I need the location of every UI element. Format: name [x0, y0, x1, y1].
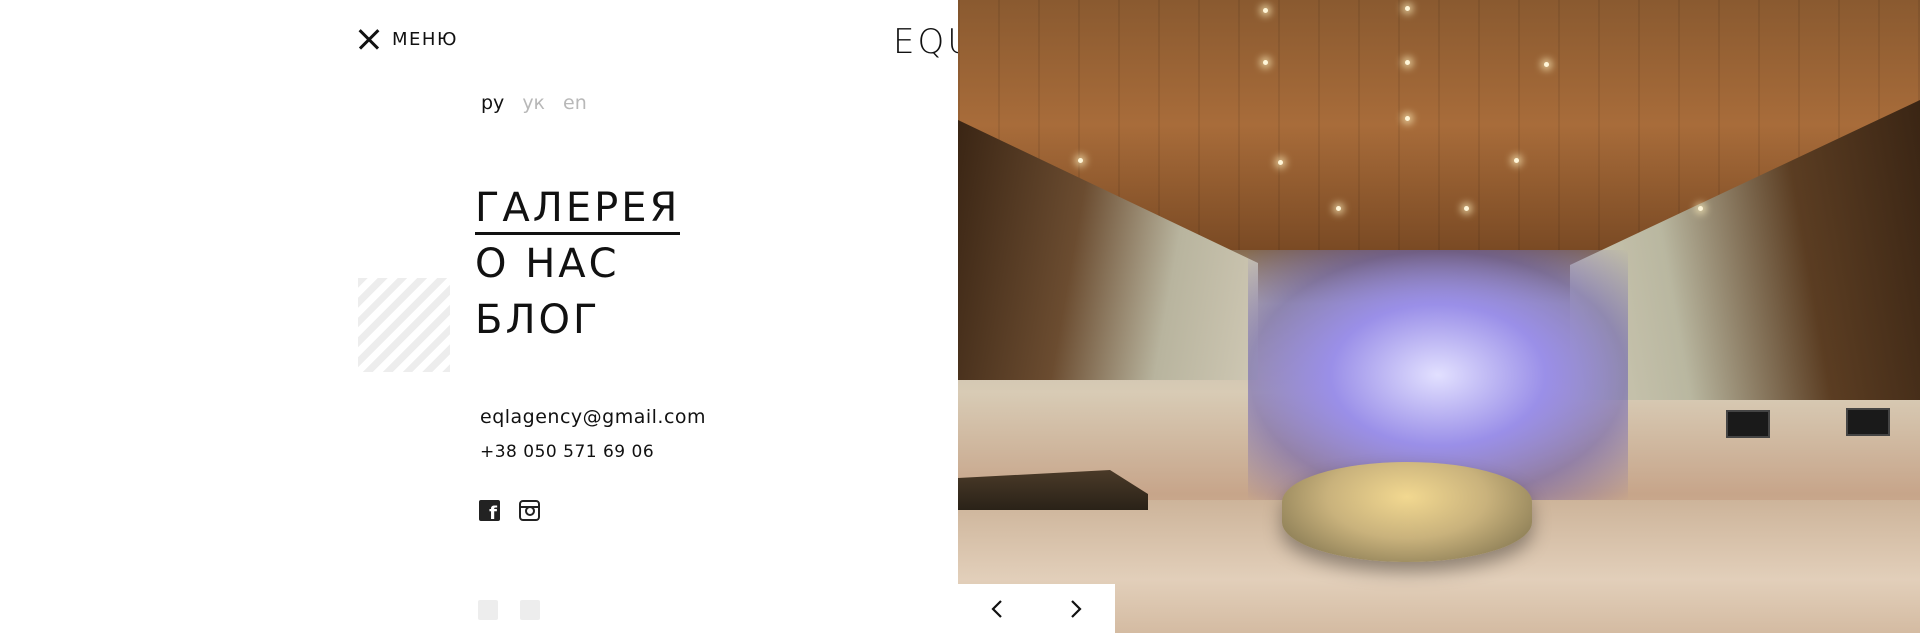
- photo-light: [1698, 206, 1703, 211]
- instagram-icon[interactable]: [519, 500, 540, 521]
- nav-item-about[interactable]: О НАС: [475, 236, 680, 292]
- nav-item-blog[interactable]: БЛОГ: [475, 292, 680, 348]
- photo-light: [1278, 160, 1283, 165]
- menu-label: МЕНЮ: [392, 28, 458, 50]
- photo-tv-screen: [1726, 410, 1770, 438]
- contact-phone-link[interactable]: +38 050 571 69 06: [480, 442, 654, 462]
- menu-panel: МЕНЮ EQUAL ру ук en ГАЛЕРЕЯ О НАС БЛОГ e…: [0, 0, 1020, 633]
- close-icon: [358, 28, 380, 50]
- chevron-right-icon[interactable]: [1064, 597, 1088, 621]
- photo-light: [1336, 206, 1341, 211]
- photo-tv-screen: [1846, 408, 1890, 436]
- nav-item-label: БЛОГ: [475, 297, 601, 343]
- photo-light: [1405, 60, 1410, 65]
- chevron-left-icon[interactable]: [985, 597, 1009, 621]
- photo-light: [1544, 62, 1549, 67]
- social-links: [479, 500, 540, 524]
- photo-light: [1405, 6, 1410, 11]
- photo-light: [1405, 116, 1410, 121]
- slider-controls: [958, 584, 1115, 633]
- facebook-icon[interactable]: [479, 500, 500, 524]
- lang-uk[interactable]: ук: [522, 92, 545, 114]
- photo-round-counter: [1282, 462, 1532, 562]
- contact-email-link[interactable]: eqlagency@gmail.com: [480, 406, 706, 428]
- photo-light: [1263, 8, 1268, 13]
- background-logo-mark: [358, 278, 450, 372]
- language-switcher: ру ук en: [481, 92, 587, 114]
- hero-photo: [958, 0, 1920, 633]
- nav-item-gallery[interactable]: ГАЛЕРЕЯ: [475, 180, 681, 236]
- photo-light: [1263, 60, 1268, 65]
- menu-close-button[interactable]: МЕНЮ: [358, 28, 458, 50]
- main-navigation: ГАЛЕРЕЯ О НАС БЛОГ: [475, 180, 681, 348]
- photo-light: [1078, 158, 1083, 163]
- background-social-icons: [478, 600, 540, 620]
- photo-reception-desk: [958, 470, 1148, 510]
- photo-light: [1514, 158, 1519, 163]
- nav-item-label: ГАЛЕРЕЯ: [475, 185, 681, 235]
- photo-light: [1464, 206, 1469, 211]
- nav-item-label: О НАС: [475, 241, 620, 287]
- lang-en[interactable]: en: [563, 92, 587, 114]
- lang-ru[interactable]: ру: [481, 92, 504, 114]
